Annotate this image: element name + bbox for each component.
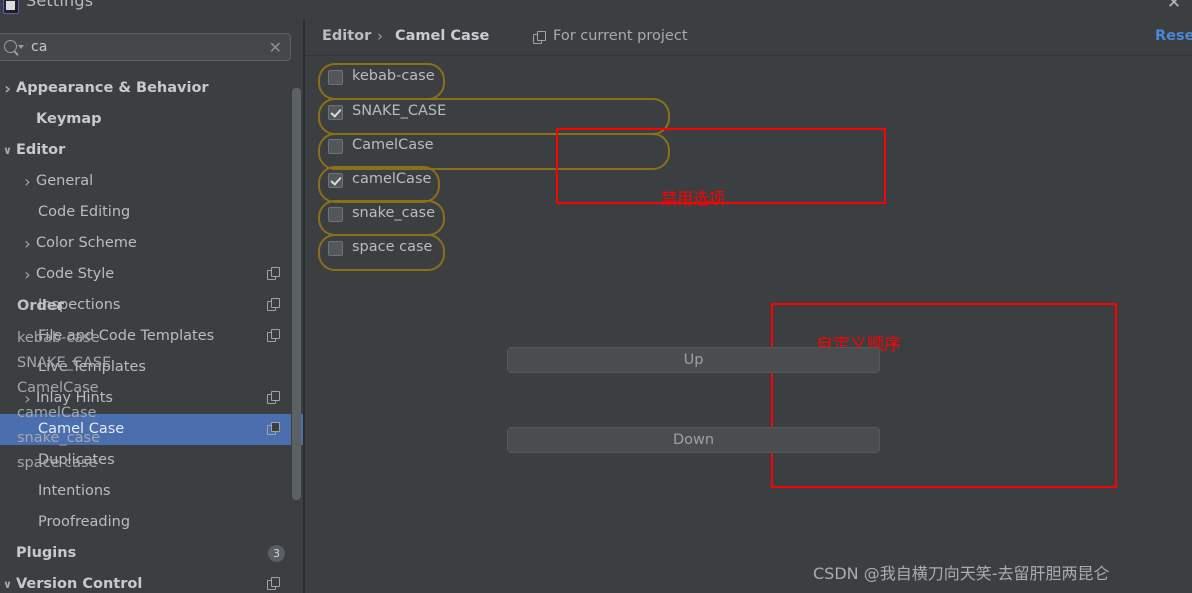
sidebar-item-keymap[interactable]: Keymap <box>0 104 303 135</box>
annotation-label-disable-options: 禁用选项 <box>661 189 726 208</box>
breadcrumb-current: Camel Case <box>395 28 490 44</box>
sidebar-item-label: Version Control <box>16 576 143 592</box>
sidebar-item-appearance-behavior[interactable]: Appearance & Behavior <box>0 73 303 104</box>
checkbox-checked-icon[interactable] <box>328 105 343 120</box>
sidebar-item-plugins[interactable]: Plugins 3 <box>0 538 303 569</box>
search-input[interactable]: ca ✕ <box>0 33 291 61</box>
copy-settings-icon[interactable] <box>267 577 281 591</box>
breadcrumb-separator: › <box>377 27 383 45</box>
case-option-label: snake_case <box>352 205 436 221</box>
case-option-label: kebab-case <box>352 68 435 84</box>
chevron-down-icon[interactable] <box>2 569 13 593</box>
sidebar-item-label: Plugins <box>16 545 77 561</box>
app-logo-icon <box>3 0 19 14</box>
search-icon[interactable] <box>3 39 24 57</box>
watermark-text: CSDN @我自横刀向天笑-去留肝胆两昆仑 <box>813 564 1110 583</box>
chevron-right-icon[interactable] <box>2 73 13 104</box>
sidebar-item-label: Keymap <box>36 111 102 127</box>
sidebar-item-label: Code Editing <box>38 204 131 220</box>
sidebar-item-label: Editor <box>16 142 66 158</box>
order-list-item[interactable]: camelCase <box>17 405 96 421</box>
checkbox-unchecked-icon[interactable] <box>328 241 343 256</box>
copy-settings-icon[interactable] <box>267 298 281 312</box>
title-bar: Settings ✕ <box>0 0 1192 20</box>
breadcrumb-root[interactable]: Editor <box>322 28 371 44</box>
copy-settings-icon[interactable] <box>267 422 281 436</box>
checkbox-unchecked-icon[interactable] <box>328 207 343 222</box>
search-area: ca ✕ <box>0 33 295 63</box>
sidebar-item-label: Intentions <box>38 483 111 499</box>
search-input-value: ca <box>31 39 48 55</box>
sidebar-scrollbar-thumb[interactable] <box>292 88 301 500</box>
sidebar-item-label: Proofreading <box>38 514 131 530</box>
order-list-item[interactable]: snake_case <box>17 430 100 446</box>
breadcrumb-bar: Editor › Camel Case For current project <box>305 20 1192 56</box>
case-option-label: camelCase <box>352 171 432 187</box>
close-icon[interactable]: ✕ <box>1165 0 1183 12</box>
checkbox-unchecked-icon[interactable] <box>328 139 343 154</box>
sidebar-item-label: Code Style <box>36 266 115 282</box>
order-list-item[interactable]: SNAKE_CASE <box>17 355 111 371</box>
chevron-right-icon[interactable] <box>22 166 33 197</box>
copy-settings-icon[interactable] <box>267 391 281 405</box>
chevron-down-icon[interactable] <box>2 135 13 166</box>
move-up-button[interactable]: Up <box>507 347 880 373</box>
case-option-label: SNAKE_CASE <box>352 103 447 119</box>
sidebar-item-color-scheme[interactable]: Color Scheme <box>0 228 303 259</box>
order-list-item[interactable]: CamelCase <box>17 380 99 396</box>
sidebar-item-label: General <box>36 173 94 189</box>
sidebar-item-version-control[interactable]: Version Control <box>0 569 303 593</box>
sidebar-item-label: Appearance & Behavior <box>16 80 209 96</box>
plugins-update-badge: 3 <box>268 545 285 562</box>
checkbox-unchecked-icon[interactable] <box>328 70 343 85</box>
order-list-item[interactable]: space case <box>17 455 97 471</box>
settings-window: Settings ✕ ca ✕ Appearance & Behavior Key… <box>0 0 1192 593</box>
order-list-item[interactable]: kebab-case <box>17 330 100 346</box>
case-option-label: CamelCase <box>352 137 434 153</box>
sidebar-item-intentions[interactable]: Intentions <box>0 476 303 507</box>
project-scope-label: For current project <box>553 28 688 44</box>
chevron-right-icon[interactable] <box>22 259 33 290</box>
sidebar-item-code-style[interactable]: Code Style <box>0 259 303 290</box>
sidebar-item-proofreading[interactable]: Proofreading <box>0 507 303 538</box>
clear-search-icon[interactable]: ✕ <box>269 38 282 57</box>
window-title: Settings <box>26 0 94 10</box>
project-scope-icon <box>533 31 547 45</box>
move-down-button[interactable]: Down <box>507 427 880 453</box>
order-section-title: Order <box>17 298 64 314</box>
chevron-right-icon[interactable] <box>22 228 33 259</box>
checkbox-checked-icon[interactable] <box>328 173 343 188</box>
reset-link[interactable]: Reset <box>1155 28 1192 44</box>
sidebar-item-editor[interactable]: Editor <box>0 135 303 166</box>
sidebar-item-label: Color Scheme <box>36 235 137 251</box>
sidebar-item-code-editing[interactable]: Code Editing <box>0 197 303 228</box>
copy-settings-icon[interactable] <box>267 329 281 343</box>
sidebar-item-general[interactable]: General <box>0 166 303 197</box>
copy-settings-icon[interactable] <box>267 267 281 281</box>
case-option-label: space case <box>352 239 433 255</box>
